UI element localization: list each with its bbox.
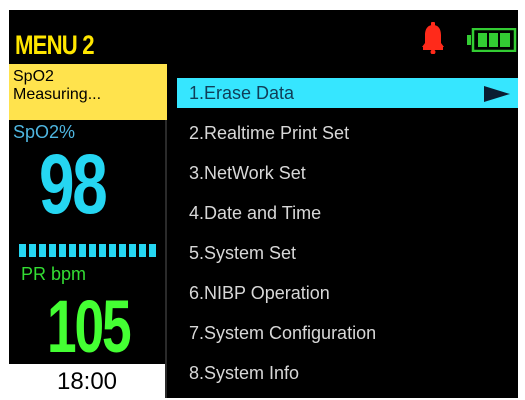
menu-item-label: 8.System Info bbox=[189, 363, 300, 383]
menu-item-label: 7.System Configuration bbox=[189, 323, 377, 343]
menu-item-erase-data[interactable]: 1.Erase Data bbox=[177, 78, 518, 108]
status-line-1: SpO2 bbox=[13, 68, 54, 85]
menu-list: 1.Erase Data 2.Realtime Print Set 3.NetW… bbox=[177, 78, 518, 398]
clock: 18:00 bbox=[9, 364, 165, 398]
menu-item-nibp-operation[interactable]: 6.NIBP Operation bbox=[177, 278, 518, 308]
arrow-right-icon bbox=[484, 86, 510, 102]
vitals-panel: SpO2% 98 PR bpm 105 18:00 bbox=[9, 120, 167, 398]
pulse-strength-bar bbox=[19, 244, 159, 257]
menu-item-label: 2.Realtime Print Set bbox=[189, 123, 350, 143]
battery-full-icon bbox=[467, 28, 517, 52]
menu-item-label: 5.System Set bbox=[189, 243, 297, 263]
menu-item-network-set[interactable]: 3.NetWork Set bbox=[177, 158, 518, 188]
menu-item-label: 6.NIBP Operation bbox=[189, 283, 330, 303]
menu-item-system-configuration[interactable]: 7.System Configuration bbox=[177, 318, 518, 348]
header-bar: MENU 2 bbox=[9, 10, 518, 64]
menu-item-label: 1.Erase Data bbox=[189, 83, 295, 103]
pr-label: PR bpm bbox=[21, 264, 87, 284]
menu-item-system-set[interactable]: 5.System Set bbox=[177, 238, 518, 268]
menu-item-label: 4.Date and Time bbox=[189, 203, 322, 223]
pr-value: 105 bbox=[47, 285, 132, 368]
monitor-screen: MENU 2 SpO2 Measuring... SpO2% 98 PR bpm… bbox=[9, 10, 518, 398]
menu-item-system-info[interactable]: 8.System Info bbox=[177, 358, 518, 388]
spo2-value: 98 bbox=[39, 137, 108, 231]
bell-icon bbox=[422, 22, 444, 54]
measurement-status: SpO2 Measuring... bbox=[9, 64, 167, 120]
menu-item-label: 3.NetWork Set bbox=[189, 163, 306, 183]
status-line-2: Measuring... bbox=[13, 86, 102, 103]
menu-item-realtime-print-set[interactable]: 2.Realtime Print Set bbox=[177, 118, 518, 148]
menu-title: MENU 2 bbox=[15, 30, 95, 60]
menu-item-date-and-time[interactable]: 4.Date and Time bbox=[177, 198, 518, 228]
